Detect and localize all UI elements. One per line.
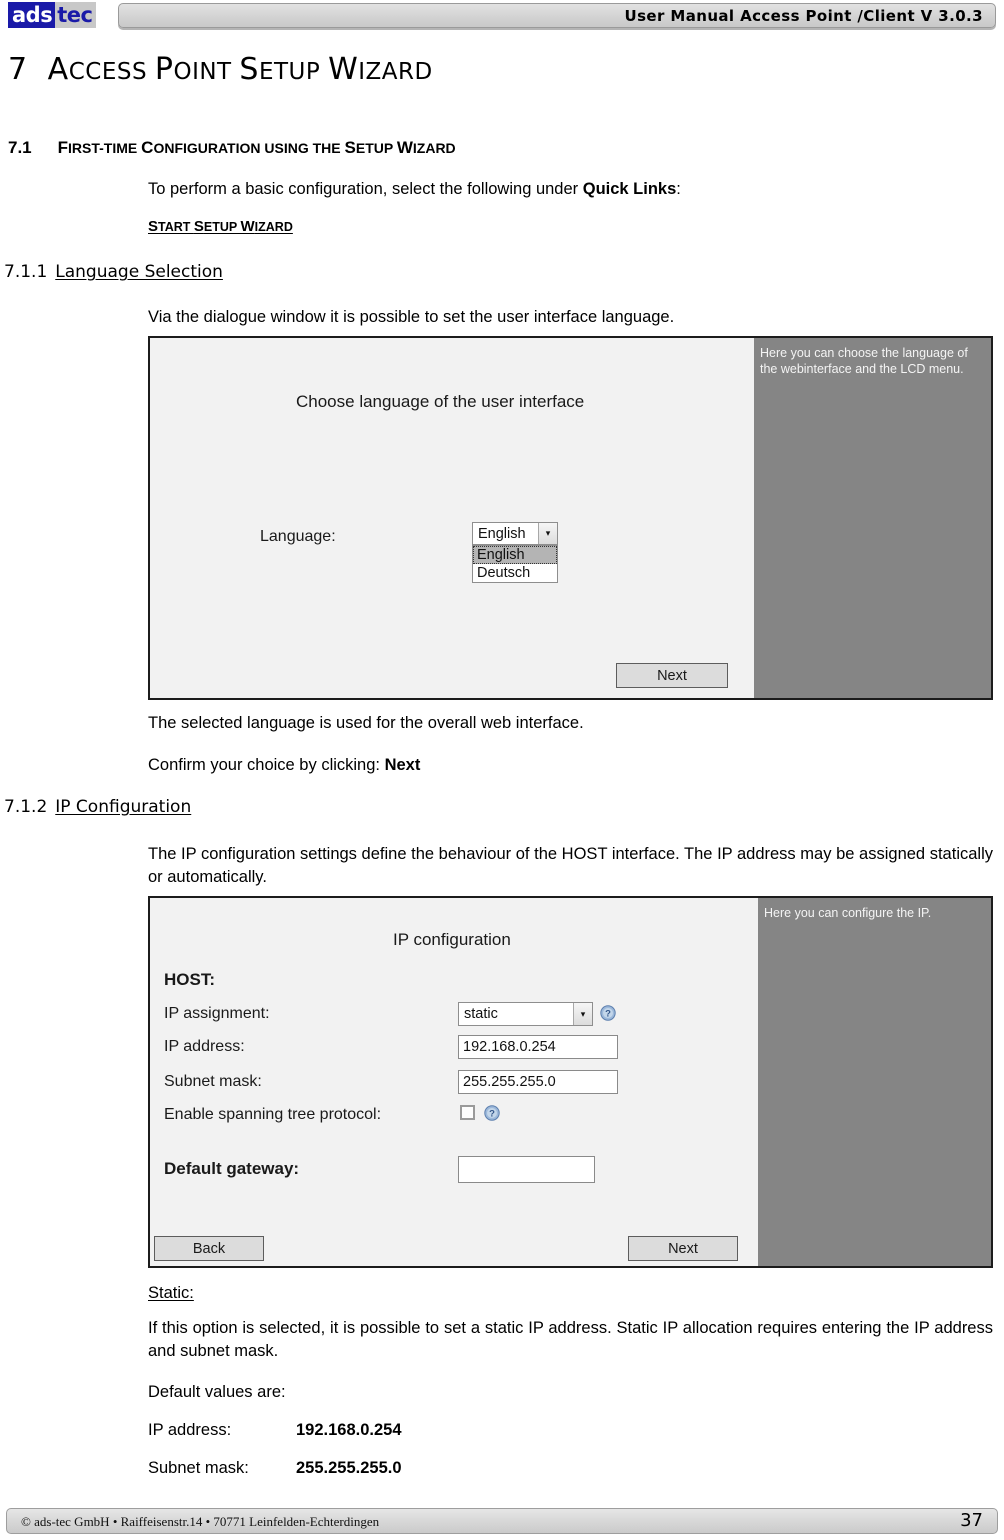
confirm-next-emphasis: Next bbox=[384, 756, 421, 774]
ip-configuration-screenshot: IP configuration HOST: IP assignment: st… bbox=[148, 896, 993, 1268]
static-heading: Static: bbox=[148, 1284, 194, 1302]
header-title-bar: User Manual Access Point /Client V 3.0.3 bbox=[118, 3, 996, 28]
ip-dialog-main-panel: IP configuration HOST: IP assignment: st… bbox=[150, 898, 758, 1266]
ip-assignment-label: IP assignment: bbox=[164, 1005, 270, 1022]
ip-assignment-value: static bbox=[464, 1006, 498, 1022]
language-dialog-main-panel: Choose language of the user interface La… bbox=[150, 338, 754, 698]
language-next-button[interactable]: Next bbox=[616, 663, 728, 688]
svg-text:?: ? bbox=[489, 1109, 495, 1120]
footer-page-number: 37 bbox=[960, 1510, 983, 1531]
ssw-s2: S bbox=[193, 218, 204, 235]
ip-dialog-heading: IP configuration bbox=[393, 930, 511, 949]
language-dialog-heading: Choose language of the user interface bbox=[296, 392, 585, 411]
s71-onfiguration: ONFIGURATION USING THE bbox=[153, 140, 345, 156]
header-title-text: User Manual Access Point /Client V 3.0.3 bbox=[624, 7, 983, 25]
default-gateway-input[interactable] bbox=[458, 1156, 595, 1183]
chevron-down-icon: ▾ bbox=[573, 1003, 592, 1025]
chapter-title-w: W bbox=[328, 52, 359, 87]
s71-w: W bbox=[396, 138, 413, 157]
static-paragraph: If this option is selected, it is possib… bbox=[148, 1319, 993, 1360]
language-help-text: Here you can choose the language of the … bbox=[760, 346, 968, 376]
ssw-s1: S bbox=[148, 218, 159, 235]
s71-f: F bbox=[57, 138, 69, 157]
language-field-label: Language: bbox=[260, 528, 336, 545]
page-header: ads tec User Manual Access Point /Client … bbox=[0, 0, 1004, 34]
selected-language-note: The selected language is used for the ov… bbox=[148, 714, 584, 732]
default-ip-row: IP address: 192.168.0.254 bbox=[148, 1419, 402, 1442]
section-number-7-1: 7.1 bbox=[8, 138, 32, 157]
section-number-7-1-1: 7.1.1 bbox=[4, 262, 48, 282]
language-select-value: English bbox=[478, 525, 526, 542]
logo-ads-text: ads bbox=[8, 2, 56, 28]
language-dialog-help-panel: Here you can choose the language of the … bbox=[754, 338, 991, 698]
language-select[interactable]: English ▾ bbox=[472, 522, 558, 545]
s71-s: S bbox=[344, 138, 356, 157]
intro-text-before: To perform a basic configuration, select… bbox=[148, 180, 583, 198]
ads-tec-logo: ads tec bbox=[8, 2, 100, 28]
language-selection-paragraph: Via the dialogue window it is possible t… bbox=[148, 308, 675, 326]
section-heading-7-1-2: 7.1.2 IP Configuration bbox=[4, 797, 191, 817]
ip-address-label: IP address: bbox=[164, 1038, 245, 1055]
svg-text:?: ? bbox=[605, 1009, 611, 1020]
language-dropdown-list[interactable]: English Deutsch bbox=[472, 545, 558, 583]
ssw-w: W bbox=[240, 218, 255, 235]
page-footer: © ads-tec GmbH • Raiffeisenstr.14 • 7077… bbox=[6, 1508, 998, 1534]
ssw-tart: TART bbox=[158, 220, 194, 234]
default-ip-label: IP address: bbox=[148, 1421, 232, 1439]
default-values-intro: Default values are: bbox=[148, 1383, 286, 1401]
footer-copyright: © ads-tec GmbH • Raiffeisenstr.14 • 7077… bbox=[21, 1514, 380, 1529]
confirm-text: Confirm your choice by clicking: bbox=[148, 756, 385, 774]
section-heading-7-1: 7.1 FIRST-TIME CONFIGURATION USING THE SE… bbox=[8, 138, 456, 158]
s71-izard: IZARD bbox=[412, 140, 456, 156]
section-title-7-1-1: Language Selection bbox=[55, 262, 223, 282]
ssw-etup: ETUP bbox=[203, 220, 241, 234]
spanning-tree-checkbox[interactable] bbox=[460, 1105, 475, 1120]
intro-text-after: : bbox=[676, 180, 681, 198]
s71-c: C bbox=[141, 138, 154, 157]
chevron-down-icon: ▾ bbox=[538, 523, 557, 544]
ip-dialog-help-panel: Here you can configure the IP. bbox=[758, 898, 991, 1266]
default-subnet-label: Subnet mask: bbox=[148, 1459, 249, 1477]
chapter-title-oint: OINT bbox=[173, 59, 240, 85]
ip-configuration-paragraph: The IP configuration settings define the… bbox=[148, 845, 993, 886]
page-title: 7 ACCESS POINT SETUP WIZARD bbox=[8, 52, 433, 87]
default-subnet-value: 255.255.255.0 bbox=[296, 1459, 402, 1477]
subnet-mask-input[interactable]: 255.255.255.0 bbox=[458, 1070, 618, 1094]
default-gateway-label: Default gateway: bbox=[164, 1159, 300, 1178]
default-subnet-row: Subnet mask: 255.255.255.0 bbox=[148, 1457, 402, 1480]
ip-back-button[interactable]: Back bbox=[154, 1236, 264, 1261]
host-section-label: HOST: bbox=[164, 970, 215, 989]
section-number-7-1-2: 7.1.2 bbox=[4, 797, 48, 817]
help-icon[interactable]: ? bbox=[484, 1105, 500, 1121]
chapter-number: 7 bbox=[8, 52, 28, 87]
ip-help-text: Here you can configure the IP. bbox=[764, 906, 932, 920]
subnet-mask-label: Subnet mask: bbox=[164, 1073, 262, 1090]
ip-address-input[interactable]: 192.168.0.254 bbox=[458, 1035, 618, 1059]
language-selection-screenshot: Choose language of the user interface La… bbox=[148, 336, 993, 700]
spanning-tree-label: Enable spanning tree protocol: bbox=[164, 1106, 382, 1123]
chapter-title-izard: IZARD bbox=[358, 59, 433, 85]
chapter-title-ccess: CCESS bbox=[68, 59, 155, 85]
quick-links-emphasis: Quick Links bbox=[582, 180, 677, 198]
chapter-title-s: S bbox=[239, 52, 259, 87]
section-heading-7-1-1: 7.1.1 Language Selection bbox=[4, 262, 223, 282]
chapter-title-p: P bbox=[154, 52, 174, 87]
ip-next-button[interactable]: Next bbox=[628, 1236, 738, 1261]
language-option-english[interactable]: English bbox=[473, 546, 557, 564]
s71-irsttime: IRST-TIME bbox=[68, 140, 142, 156]
ip-assignment-select[interactable]: static ▾ bbox=[458, 1002, 593, 1026]
intro-paragraph: To perform a basic configuration, select… bbox=[148, 178, 681, 201]
chapter-title-a: A bbox=[47, 52, 69, 87]
confirm-choice-note: Confirm your choice by clicking: Next bbox=[148, 754, 420, 777]
s71-etup: ETUP bbox=[355, 140, 397, 156]
start-setup-wizard-link[interactable]: START SETUP WIZARD bbox=[148, 218, 293, 235]
chapter-title-etup: ETUP bbox=[258, 59, 329, 85]
language-option-deutsch[interactable]: Deutsch bbox=[473, 564, 557, 582]
section-title-7-1-2: IP Configuration bbox=[55, 797, 192, 817]
ssw-izard: IZARD bbox=[254, 220, 293, 234]
logo-tec-text: tec bbox=[55, 2, 97, 28]
default-ip-value: 192.168.0.254 bbox=[296, 1421, 402, 1439]
help-icon[interactable]: ? bbox=[600, 1005, 616, 1021]
